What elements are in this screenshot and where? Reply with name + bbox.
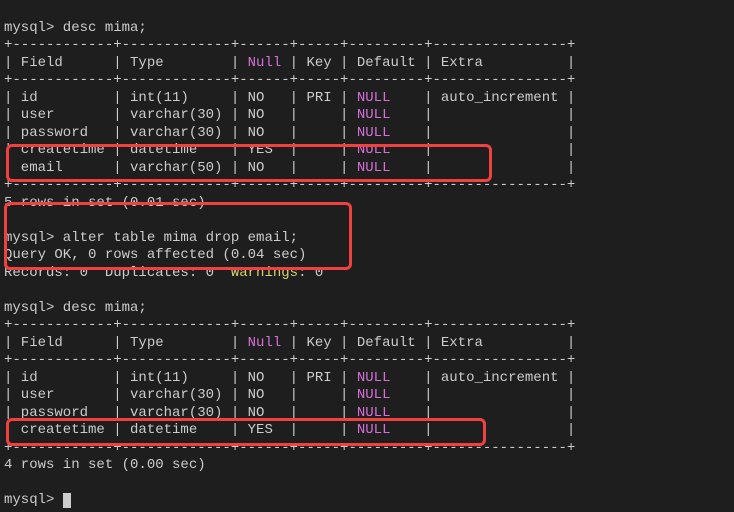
row-password-right: | | (390, 125, 575, 141)
header-right: | Key | Default | Extra | (281, 335, 575, 351)
records-left: Records: 0 Duplicates: 0 (4, 265, 231, 281)
cursor-icon[interactable] (63, 493, 71, 508)
cmd-desc-2: mysql> desc mima; (4, 300, 147, 316)
warnings-label: Warnings (231, 265, 298, 281)
row-password-left: | password | varchar(30) | NO | | (4, 405, 357, 421)
row-user-right: | | (390, 107, 575, 123)
row-id-null: NULL (357, 370, 391, 386)
row-id-null: NULL (357, 90, 391, 106)
row-password-null: NULL (357, 125, 391, 141)
row-user-left: | user | varchar(30) | NO | | (4, 107, 357, 123)
row-email-null: NULL (357, 160, 391, 176)
cmd-desc-1: mysql> desc mima; (4, 20, 147, 36)
prompt-final[interactable]: mysql> (4, 492, 63, 508)
row-email-left: | email | varchar(50) | NO | | (4, 160, 357, 176)
header-null: Null (248, 55, 282, 71)
row-password-right: | | (390, 405, 575, 421)
row-createtime-null: NULL (357, 422, 391, 438)
query-ok: Query OK, 0 rows affected (0.04 sec) (4, 247, 306, 263)
rows-in-set-4: 4 rows in set (0.00 sec) (4, 457, 206, 473)
row-email-right: | | (390, 160, 575, 176)
table-border: +------------+-------------+------+-----… (4, 177, 575, 193)
row-user-left: | user | varchar(30) | NO | | (4, 387, 357, 403)
row-createtime-left: | createtime | datetime | YES | | (4, 142, 357, 158)
row-id-right: | auto_increment | (390, 90, 575, 106)
row-id-left: | id | int(11) | NO | PRI | (4, 370, 357, 386)
row-createtime-right: | | (390, 142, 575, 158)
row-user-right: | | (390, 387, 575, 403)
row-user-null: NULL (357, 387, 391, 403)
row-createtime-null: NULL (357, 142, 391, 158)
header-null: Null (248, 335, 282, 351)
header-left: | Field | Type | (4, 335, 248, 351)
table-border: +------------+-------------+------+-----… (4, 317, 575, 333)
table-border: +------------+-------------+------+-----… (4, 37, 575, 53)
row-createtime-right: | | (390, 422, 575, 438)
records-right: : 0 (298, 265, 323, 281)
table-border: +------------+-------------+------+-----… (4, 72, 575, 88)
row-password-null: NULL (357, 405, 391, 421)
row-user-null: NULL (357, 107, 391, 123)
header-left: | Field | Type | (4, 55, 248, 71)
rows-in-set-5: 5 rows in set (0.01 sec) (4, 195, 206, 211)
terminal-output: mysql> desc mima; +------------+--------… (0, 0, 734, 512)
table-border: +------------+-------------+------+-----… (4, 440, 575, 456)
row-password-left: | password | varchar(30) | NO | | (4, 125, 357, 141)
row-id-left: | id | int(11) | NO | PRI | (4, 90, 357, 106)
row-id-right: | auto_increment | (390, 370, 575, 386)
table-border: +------------+-------------+------+-----… (4, 352, 575, 368)
header-right: | Key | Default | Extra | (281, 55, 575, 71)
row-createtime-left: | createtime | datetime | YES | | (4, 422, 357, 438)
cmd-alter: mysql> alter table mima drop email; (4, 230, 298, 246)
